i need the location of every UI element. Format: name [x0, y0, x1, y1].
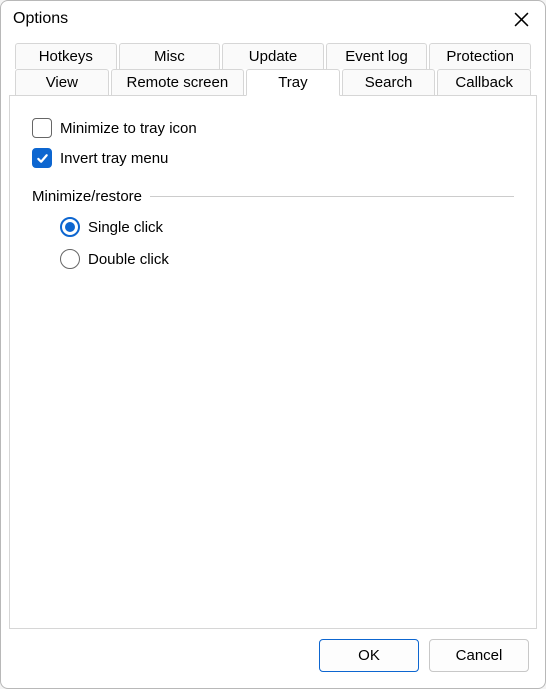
double-click-radio[interactable]: Double click [60, 249, 514, 269]
window-title: Options [13, 10, 507, 28]
radio-label: Single click [88, 219, 163, 236]
tab-tray[interactable]: Tray [246, 69, 340, 96]
tab-misc[interactable]: Misc [119, 43, 221, 69]
tab-view[interactable]: View [15, 69, 109, 96]
radio-circle [60, 249, 80, 269]
tab-row-1: Hotkeys Misc Update Event log Protection [9, 43, 537, 69]
radio-dot-icon [65, 222, 75, 232]
tray-panel: Minimize to tray icon Invert tray menu M… [9, 95, 537, 629]
tab-event-log[interactable]: Event log [326, 43, 428, 69]
radio-label: Double click [88, 251, 169, 268]
cancel-button[interactable]: Cancel [429, 639, 529, 672]
dialog-footer: OK Cancel [9, 629, 537, 680]
ok-button[interactable]: OK [319, 639, 419, 672]
invert-tray-menu-checkbox[interactable]: Invert tray menu [32, 148, 514, 168]
group-divider [150, 196, 514, 197]
tab-remote-screen[interactable]: Remote screen [111, 69, 244, 96]
radio-circle [60, 217, 80, 237]
single-click-radio[interactable]: Single click [60, 217, 514, 237]
checkbox-box [32, 148, 52, 168]
group-label: Minimize/restore [32, 188, 142, 205]
tab-strip: Hotkeys Misc Update Event log Protection… [9, 43, 537, 96]
tab-hotkeys[interactable]: Hotkeys [15, 43, 117, 69]
body-area: Hotkeys Misc Update Event log Protection… [1, 37, 545, 688]
close-button[interactable] [507, 5, 535, 33]
tab-update[interactable]: Update [222, 43, 324, 69]
tab-row-2: View Remote screen Tray Search Callback [9, 69, 537, 96]
close-icon [514, 12, 529, 27]
tab-search[interactable]: Search [342, 69, 436, 96]
checkbox-box [32, 118, 52, 138]
tab-callback[interactable]: Callback [437, 69, 531, 96]
checkmark-icon [36, 152, 49, 165]
options-window: Options Hotkeys Misc Update Event log Pr… [0, 0, 546, 689]
checkbox-label: Minimize to tray icon [60, 120, 197, 137]
titlebar: Options [1, 1, 545, 37]
minimize-to-tray-checkbox[interactable]: Minimize to tray icon [32, 118, 514, 138]
minimize-restore-group: Minimize/restore [32, 188, 514, 205]
checkbox-label: Invert tray menu [60, 150, 168, 167]
tab-protection[interactable]: Protection [429, 43, 531, 69]
